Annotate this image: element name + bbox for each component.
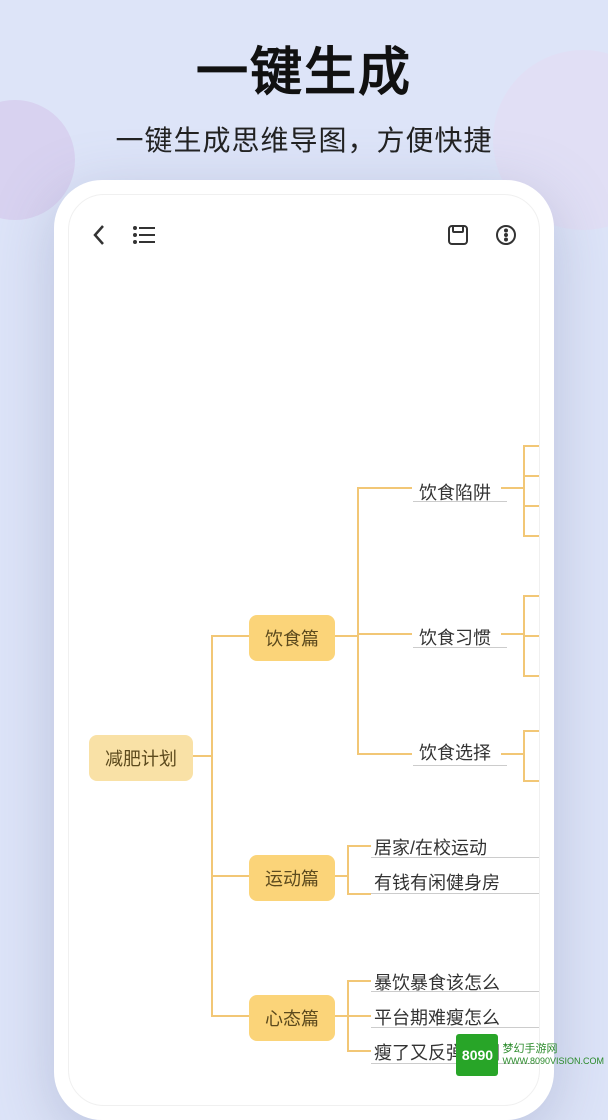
mindmap-canvas[interactable]: 减肥计划 饮食篇 运动篇 心态篇 饮食陷阱 饮食习惯 饮食选择 居家/在校运动 … [69, 275, 539, 1105]
underline [371, 893, 539, 894]
mindmap-leaf[interactable]: 平台期难瘦怎么 [374, 1000, 500, 1034]
underline [371, 857, 539, 858]
connector [357, 633, 412, 635]
connector [523, 535, 540, 537]
connector [347, 1015, 371, 1017]
save-icon[interactable] [447, 224, 469, 246]
mindmap-branch[interactable]: 心态篇 [249, 995, 335, 1041]
more-icon[interactable] [495, 224, 517, 246]
underline [371, 991, 539, 992]
mindmap-leaf[interactable]: 饮食选择 [419, 735, 491, 769]
watermark-line1: 梦幻手游网 [502, 1043, 604, 1056]
connector [357, 487, 412, 489]
connector [347, 980, 371, 982]
connector [347, 893, 371, 895]
connector [523, 780, 540, 782]
connector [501, 753, 523, 755]
toolbar [69, 195, 539, 257]
connector [523, 445, 540, 447]
mindmap-leaf[interactable]: 饮食陷阱 [419, 475, 491, 509]
connector [347, 1050, 371, 1052]
watermark-logo: 8090 [456, 1034, 498, 1076]
connector [211, 875, 249, 877]
connector [211, 1015, 249, 1017]
mindmap-leaf[interactable]: 饮食习惯 [419, 620, 491, 654]
connector [523, 505, 540, 507]
connector [523, 730, 525, 780]
connector [211, 635, 213, 1015]
mindmap-branch[interactable]: 运动篇 [249, 855, 335, 901]
connector [357, 753, 412, 755]
connector [501, 487, 523, 489]
hero-title: 一键生成 [0, 30, 608, 105]
connector [523, 445, 525, 535]
list-icon[interactable] [133, 225, 157, 245]
mindmap-branch[interactable]: 饮食篇 [249, 615, 335, 661]
connector [523, 475, 540, 477]
connector [347, 845, 371, 847]
connector [523, 675, 540, 677]
connector [211, 635, 249, 637]
underline [413, 647, 507, 648]
connector [523, 730, 540, 732]
connector [357, 487, 359, 755]
back-icon[interactable] [91, 223, 107, 247]
underline [413, 501, 507, 502]
mindmap-leaf[interactable]: 居家/在校运动 [374, 830, 487, 864]
connector [523, 635, 540, 637]
phone-screen: 减肥计划 饮食篇 运动篇 心态篇 饮食陷阱 饮食习惯 饮食选择 居家/在校运动 … [68, 194, 540, 1106]
hero-subtitle: 一键生成思维导图，方便快捷 [0, 119, 608, 159]
connector [347, 845, 349, 893]
underline [371, 1027, 539, 1028]
mindmap-leaf[interactable]: 暴饮暴食该怎么 [374, 965, 500, 999]
watermark-line2: WWW.8090VISION.COM [502, 1056, 604, 1067]
watermark: 8090 梦幻手游网 WWW.8090VISION.COM [452, 1030, 608, 1080]
mindmap-root[interactable]: 减肥计划 [89, 735, 193, 781]
underline [413, 765, 507, 766]
hero: 一键生成 一键生成思维导图，方便快捷 [0, 0, 608, 159]
connector [501, 633, 523, 635]
connector [523, 595, 540, 597]
phone-frame: 减肥计划 饮食篇 运动篇 心态篇 饮食陷阱 饮食习惯 饮食选择 居家/在校运动 … [54, 180, 554, 1120]
